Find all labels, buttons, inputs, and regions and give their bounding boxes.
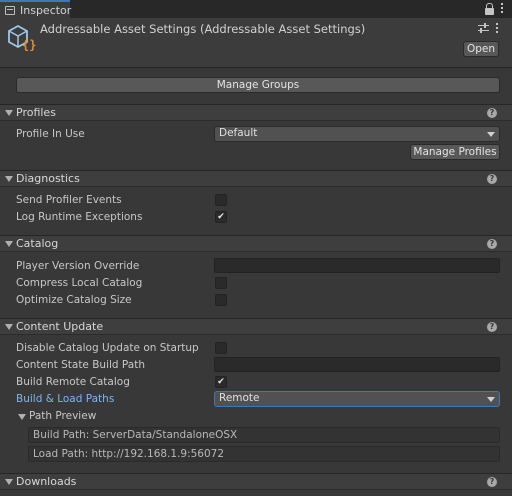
- svg-text:{}: {}: [22, 38, 36, 51]
- foldout-arrow-icon[interactable]: [5, 176, 13, 182]
- player-version-override-input[interactable]: [214, 258, 500, 273]
- section-downloads[interactable]: Downloads ?: [0, 473, 512, 490]
- lock-icon[interactable]: [485, 3, 494, 15]
- profile-in-use-dropdown[interactable]: Default: [214, 126, 500, 142]
- content-state-build-path-input[interactable]: [214, 357, 500, 372]
- load-path-preview: Load Path: http://192.168.1.9:56072: [28, 446, 500, 462]
- inspector-title: Addressable Asset Settings (Addressable …: [40, 22, 366, 36]
- addressables-asset-icon: {}: [8, 24, 36, 51]
- help-icon[interactable]: ?: [487, 108, 497, 118]
- compress-local-catalog-label: Compress Local Catalog: [16, 277, 143, 289]
- content-state-build-path-label: Content State Build Path: [16, 359, 145, 371]
- foldout-arrow-icon[interactable]: [5, 324, 13, 330]
- foldout-arrow-icon[interactable]: [5, 241, 13, 247]
- help-icon[interactable]: ?: [487, 322, 497, 332]
- tab-menu-icon[interactable]: [500, 3, 504, 15]
- manage-profiles-button[interactable]: Manage Profiles: [410, 144, 500, 160]
- inspector-icon: [5, 6, 15, 15]
- log-runtime-exceptions-label: Log Runtime Exceptions: [16, 211, 143, 223]
- section-profiles[interactable]: Profiles ?: [0, 104, 512, 121]
- path-preview-foldout[interactable]: Path Preview: [18, 410, 138, 424]
- manage-groups-button[interactable]: Manage Groups: [16, 77, 500, 93]
- open-button[interactable]: Open: [463, 41, 499, 57]
- build-remote-catalog-checkbox[interactable]: ✔: [215, 376, 227, 388]
- build-load-paths-dropdown[interactable]: Remote: [214, 391, 500, 407]
- player-version-override-label: Player Version Override: [16, 260, 140, 272]
- section-diagnostics-title: Diagnostics: [16, 172, 80, 185]
- build-remote-catalog-label: Build Remote Catalog: [16, 376, 130, 388]
- chevron-down-icon: [487, 132, 495, 137]
- build-load-paths-value: Remote: [219, 392, 260, 404]
- profile-in-use-label: Profile In Use: [16, 128, 85, 140]
- section-profiles-title: Profiles: [16, 106, 56, 119]
- compress-local-catalog-checkbox[interactable]: [215, 277, 227, 289]
- section-content-update-title: Content Update: [16, 320, 104, 333]
- optimize-catalog-size-label: Optimize Catalog Size: [16, 294, 132, 306]
- send-profiler-events-label: Send Profiler Events: [16, 194, 122, 206]
- build-path-preview: Build Path: ServerData/StandaloneOSX: [28, 427, 500, 443]
- optimize-catalog-size-checkbox[interactable]: [215, 294, 227, 306]
- section-catalog-title: Catalog: [16, 237, 59, 250]
- section-downloads-title: Downloads: [16, 475, 77, 488]
- tab-bar: [0, 0, 512, 18]
- tab-inspector[interactable]: Inspector: [0, 0, 72, 18]
- section-diagnostics[interactable]: Diagnostics ?: [0, 170, 512, 187]
- help-icon[interactable]: ?: [487, 174, 497, 184]
- section-catalog[interactable]: Catalog ?: [0, 235, 512, 252]
- help-icon[interactable]: ?: [487, 239, 497, 249]
- section-content-update[interactable]: Content Update ?: [0, 318, 512, 335]
- path-preview-label: Path Preview: [29, 410, 97, 422]
- tab-inspector-label: Inspector: [20, 4, 72, 17]
- foldout-arrow-icon[interactable]: [5, 110, 13, 116]
- component-menu-icon[interactable]: [495, 23, 499, 35]
- log-runtime-exceptions-checkbox[interactable]: ✔: [215, 211, 227, 223]
- profile-in-use-value: Default: [219, 127, 258, 139]
- disable-catalog-update-checkbox[interactable]: [215, 342, 227, 354]
- send-profiler-events-checkbox[interactable]: [215, 194, 227, 206]
- help-icon[interactable]: ?: [487, 477, 497, 487]
- disable-catalog-update-label: Disable Catalog Update on Startup: [16, 342, 199, 354]
- build-load-paths-label: Build & Load Paths: [16, 393, 115, 405]
- settings-adjust-icon[interactable]: [478, 23, 489, 33]
- foldout-arrow-icon: [18, 414, 26, 420]
- chevron-down-icon: [487, 397, 495, 402]
- foldout-arrow-icon[interactable]: [5, 479, 13, 485]
